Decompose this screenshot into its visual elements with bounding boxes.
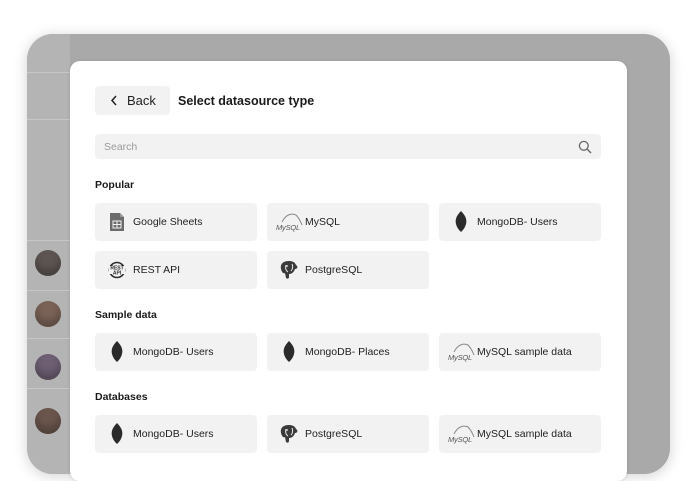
background-divider (27, 338, 70, 339)
background-divider (27, 72, 70, 73)
background-divider (27, 240, 70, 241)
datasource-card-label: MongoDB- Places (305, 346, 390, 358)
search-input[interactable] (104, 140, 544, 153)
mysql-icon: MySQL (271, 212, 307, 232)
datasource-card-mongodb-users[interactable]: MongoDB- Users (439, 203, 601, 241)
datasource-card-label: MySQL sample data (477, 428, 572, 440)
datasource-card-mongodb-places[interactable]: MongoDB- Places (267, 333, 429, 371)
datasource-card-mongodb-users-db[interactable]: MongoDB- Users (95, 415, 257, 453)
datasource-card-label: MongoDB- Users (477, 216, 558, 228)
datasource-card-label: PostgreSQL (305, 264, 363, 276)
datasource-card-rest-api[interactable]: REST API REST API (95, 251, 257, 289)
mysql-logo-text: MySQL (276, 223, 301, 232)
mongodb-icon (271, 341, 307, 363)
rest-api-icon: REST API (99, 261, 135, 279)
datasource-card-label: MongoDB- Users (133, 428, 214, 440)
postgresql-icon (271, 424, 307, 444)
datasource-card-mysql[interactable]: MySQL MySQL (267, 203, 429, 241)
datasource-card-mysql-sample[interactable]: MySQL MySQL sample data (439, 333, 601, 371)
datasource-card-google-sheets[interactable]: Google Sheets (95, 203, 257, 241)
mysql-icon: MySQL (443, 424, 479, 444)
chevron-left-icon (110, 95, 117, 106)
datasource-card-label: REST API (133, 264, 181, 276)
background-divider (27, 290, 70, 291)
postgresql-icon (271, 260, 307, 280)
background-divider (27, 388, 70, 389)
datasource-card-mysql-sample-db[interactable]: MySQL MySQL sample data (439, 415, 601, 453)
search-bar (95, 134, 601, 159)
datasource-card-postgresql-db[interactable]: PostgreSQL (267, 415, 429, 453)
back-button-label: Back (127, 93, 156, 108)
background-avatar (35, 250, 61, 276)
mongodb-icon (99, 423, 135, 445)
mysql-icon: MySQL (443, 342, 479, 362)
datasource-card-label: Google Sheets (133, 216, 203, 228)
datasource-card-postgresql[interactable]: PostgreSQL (267, 251, 429, 289)
dialog-title: Select datasource type (178, 94, 315, 108)
select-datasource-dialog: Back Select datasource type Popular Goog… (70, 61, 627, 481)
back-button[interactable]: Back (95, 86, 170, 115)
background-divider (27, 119, 70, 120)
datasource-card-label: PostgreSQL (305, 428, 363, 440)
background-avatar (35, 408, 61, 434)
datasource-card-label: MySQL sample data (477, 346, 572, 358)
datasource-card-label: MySQL (305, 216, 341, 228)
search-icon[interactable] (578, 140, 592, 154)
datasource-card-mongodb-users-sample[interactable]: MongoDB- Users (95, 333, 257, 371)
section-title-sample-data: Sample data (95, 309, 157, 321)
mysql-logo-text: MySQL (448, 353, 473, 362)
section-title-databases: Databases (95, 391, 148, 403)
svg-text:API: API (113, 270, 122, 276)
google-sheets-icon (99, 212, 135, 232)
mongodb-icon (99, 341, 135, 363)
datasource-card-label: MongoDB- Users (133, 346, 214, 358)
background-avatar (35, 301, 61, 327)
mongodb-icon (443, 211, 479, 233)
section-title-popular: Popular (95, 179, 135, 191)
background-avatar (35, 354, 61, 380)
